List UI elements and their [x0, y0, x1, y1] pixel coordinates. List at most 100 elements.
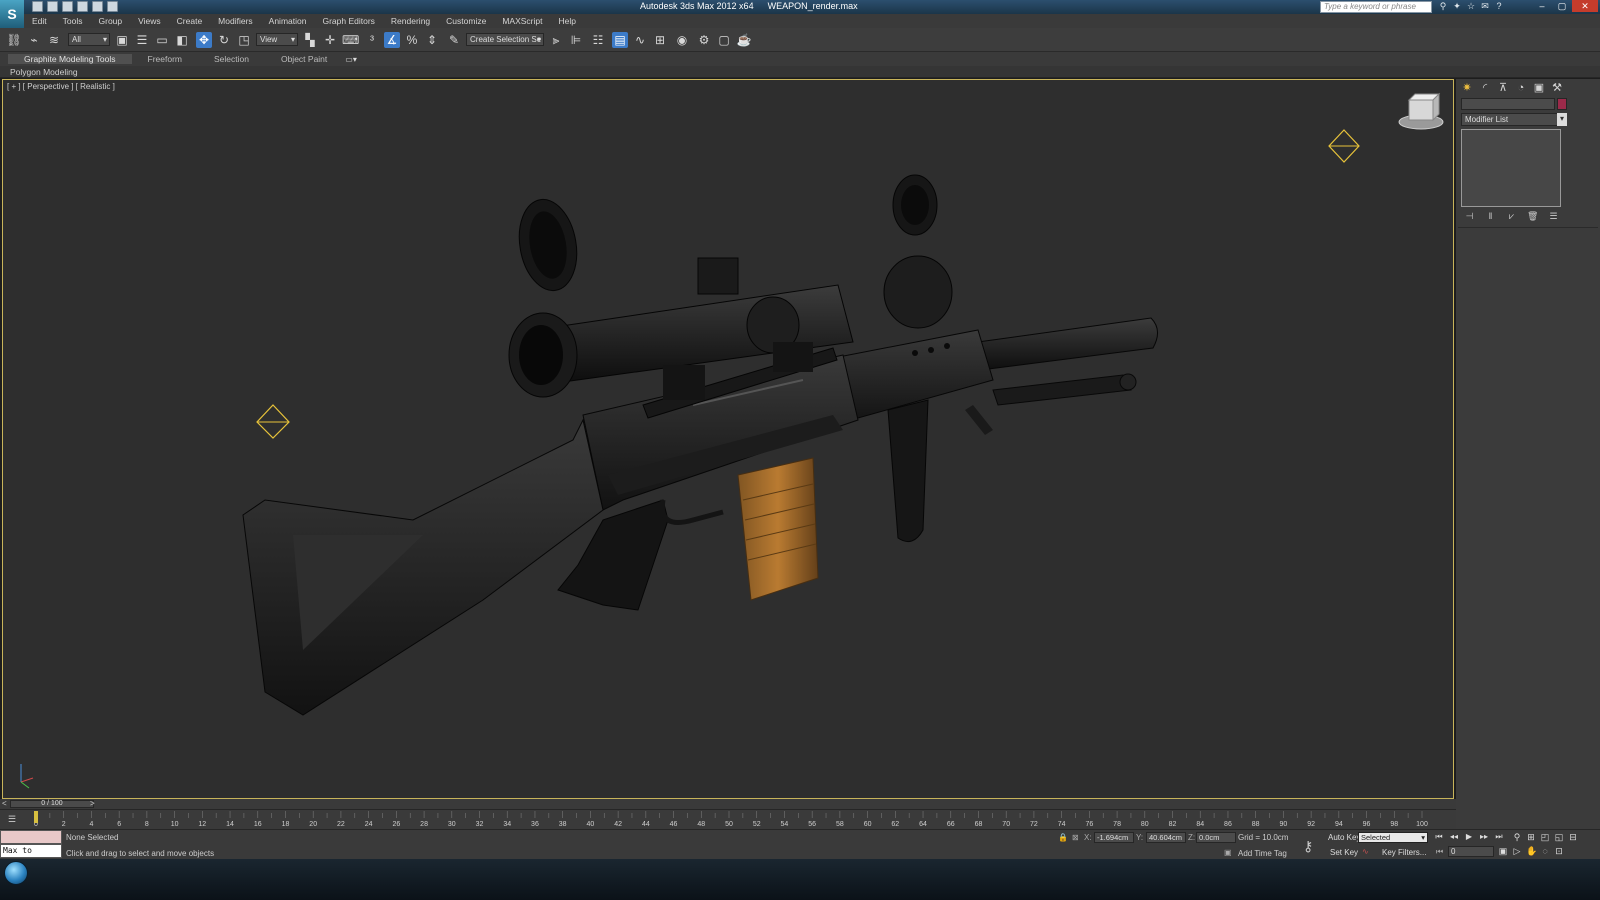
z-coordinate-field[interactable]: 0.0cm	[1196, 832, 1236, 843]
modifier-stack[interactable]	[1461, 129, 1561, 207]
tools-icon[interactable]: ✦	[1452, 1, 1462, 11]
maxscript-mini-listener-top[interactable]	[0, 830, 62, 844]
go-to-start-icon[interactable]: ⏮	[1434, 831, 1444, 843]
selection-filter-dropdown[interactable]: All	[68, 33, 110, 46]
exchange-icon[interactable]: ✉	[1480, 1, 1490, 11]
menu-edit[interactable]: Edit	[24, 16, 55, 26]
next-frame-icon[interactable]: ▸▸	[1479, 831, 1489, 843]
rendered-frame-window-icon[interactable]: ▢	[716, 32, 732, 48]
object-color-swatch[interactable]	[1557, 98, 1567, 110]
undo-icon[interactable]	[77, 1, 88, 12]
absolute-mode-icon[interactable]: ⊠	[1072, 832, 1079, 843]
set-key-button[interactable]: Set Key	[1330, 848, 1358, 857]
menu-customize[interactable]: Customize	[438, 16, 494, 26]
tab-graphite-modeling-tools[interactable]: Graphite Modeling Tools	[8, 54, 132, 64]
menu-create[interactable]: Create	[169, 16, 211, 26]
tab-freeform[interactable]: Freeform	[132, 54, 198, 64]
zoom-icon[interactable]: ⚲	[1512, 831, 1522, 843]
help-icon[interactable]: ?	[1494, 1, 1504, 11]
percent-snap-icon[interactable]: %	[404, 32, 420, 48]
menu-animation[interactable]: Animation	[261, 16, 315, 26]
start-button-icon[interactable]	[4, 861, 28, 885]
star-icon[interactable]: ☆	[1466, 1, 1476, 11]
modify-tab-icon[interactable]: ◜	[1478, 81, 1492, 95]
key-mode-dropdown[interactable]: Selected	[1358, 832, 1428, 843]
make-unique-icon[interactable]: ⩗	[1506, 211, 1517, 222]
field-of-view-icon[interactable]: ▷	[1512, 845, 1522, 857]
keyboard-shortcut-override-icon[interactable]: ⌨	[342, 32, 359, 48]
save-file-icon[interactable]	[62, 1, 73, 12]
minimize-icon[interactable]: –	[1532, 0, 1552, 12]
play-icon[interactable]: ▶	[1464, 831, 1474, 843]
utilities-tab-icon[interactable]: ⚒	[1550, 81, 1564, 95]
select-and-rotate-icon[interactable]: ↻	[216, 32, 232, 48]
key-icon[interactable]: ⚷	[1303, 838, 1313, 855]
add-time-tag-button[interactable]: Add Time Tag	[1238, 849, 1287, 858]
curve-editor-icon[interactable]: ∿	[632, 32, 648, 48]
ribbon-minimize-icon[interactable]: ▭▾	[345, 55, 357, 64]
menu-rendering[interactable]: Rendering	[383, 16, 438, 26]
orbit-icon[interactable]: ◌	[1540, 845, 1550, 857]
maximize-viewport-icon[interactable]: ⊡	[1554, 845, 1564, 857]
graphite-toggle-icon[interactable]: ▤	[612, 32, 628, 48]
bind-space-warp-icon[interactable]: ≋	[46, 32, 62, 48]
object-name-field[interactable]	[1461, 98, 1555, 110]
tab-object-paint[interactable]: Object Paint	[265, 54, 343, 64]
new-file-icon[interactable]	[32, 1, 43, 12]
select-by-name-icon[interactable]: ☰	[134, 32, 150, 48]
configure-modifier-sets-icon[interactable]: ☰	[1548, 211, 1559, 222]
menu-group[interactable]: Group	[91, 16, 131, 26]
material-editor-icon[interactable]: ◉	[674, 32, 690, 48]
zoom-extents-icon[interactable]: ◰	[1540, 831, 1550, 843]
maximize-icon[interactable]: ▢	[1552, 0, 1572, 12]
redo-icon[interactable]	[92, 1, 103, 12]
pin-stack-icon[interactable]: ⊣	[1464, 211, 1475, 222]
current-frame-marker[interactable]	[34, 811, 38, 823]
omni-light-right-icon[interactable]	[1328, 129, 1360, 163]
maxscript-mini-listener[interactable]: Max to Physc.	[0, 844, 62, 867]
omni-light-left-icon[interactable]	[256, 404, 290, 439]
select-and-move-icon[interactable]: ✥	[196, 32, 212, 48]
lock-selection-icon[interactable]: 🔒	[1058, 832, 1068, 843]
open-file-icon[interactable]	[47, 1, 58, 12]
time-prev-icon[interactable]: <	[2, 799, 7, 808]
unlink-icon[interactable]: ⌁	[26, 32, 42, 48]
time-next-icon[interactable]: >	[90, 799, 95, 808]
edit-named-selection-icon[interactable]: ✎	[446, 32, 462, 48]
search-input[interactable]: Type a keyword or phrase	[1320, 1, 1432, 13]
time-tag-icon[interactable]: ▣	[1224, 847, 1232, 858]
project-folder-icon[interactable]	[107, 1, 118, 12]
select-and-scale-icon[interactable]: ◳	[236, 32, 252, 48]
zoom-extents-all-icon[interactable]: ◱	[1554, 831, 1564, 843]
menu-tools[interactable]: Tools	[55, 16, 91, 26]
menu-modifiers[interactable]: Modifiers	[210, 16, 260, 26]
perspective-viewport[interactable]: [ + ] [ Perspective ] [ Realistic ]	[2, 79, 1454, 799]
tab-selection[interactable]: Selection	[198, 54, 265, 64]
menu-views[interactable]: Views	[130, 16, 169, 26]
show-end-result-icon[interactable]: ‖	[1485, 211, 1496, 222]
hierarchy-tab-icon[interactable]: ⊼	[1496, 81, 1510, 95]
angle-snap-icon[interactable]: ∡	[384, 32, 400, 48]
layer-manager-icon[interactable]: ☷	[590, 32, 606, 48]
mirror-icon[interactable]: ⫸	[548, 32, 564, 48]
schematic-view-icon[interactable]: ⊞	[652, 32, 668, 48]
time-slider[interactable]: 0 / 100	[10, 800, 94, 808]
named-selection-dropdown[interactable]: Create Selection Se	[466, 33, 544, 46]
select-manipulate-icon[interactable]: ✛	[322, 32, 338, 48]
current-frame-field[interactable]: 0	[1448, 846, 1494, 857]
reference-coordinate-dropdown[interactable]: View	[256, 33, 298, 46]
previous-frame-icon[interactable]: ◂◂	[1449, 831, 1459, 843]
rectangular-selection-icon[interactable]: ▭	[154, 32, 170, 48]
close-icon[interactable]: ✕	[1572, 0, 1598, 12]
pan-view-icon[interactable]: ✋	[1526, 845, 1537, 857]
go-to-end-icon[interactable]: ⏭	[1494, 831, 1504, 843]
render-setup-icon[interactable]: ⚙	[696, 32, 712, 48]
window-crossing-icon[interactable]: ◧	[174, 32, 190, 48]
menu-graph-editors[interactable]: Graph Editors	[314, 16, 382, 26]
select-object-icon[interactable]: ▣	[114, 32, 130, 48]
pivot-center-icon[interactable]: ▚	[302, 32, 318, 48]
time-configuration-icon[interactable]: ▣	[1498, 845, 1508, 857]
polygon-modeling-label[interactable]: Polygon Modeling	[10, 67, 78, 77]
auto-key-button[interactable]: Auto Key	[1328, 833, 1360, 842]
spinner-snap-icon[interactable]: ⇕	[424, 32, 440, 48]
